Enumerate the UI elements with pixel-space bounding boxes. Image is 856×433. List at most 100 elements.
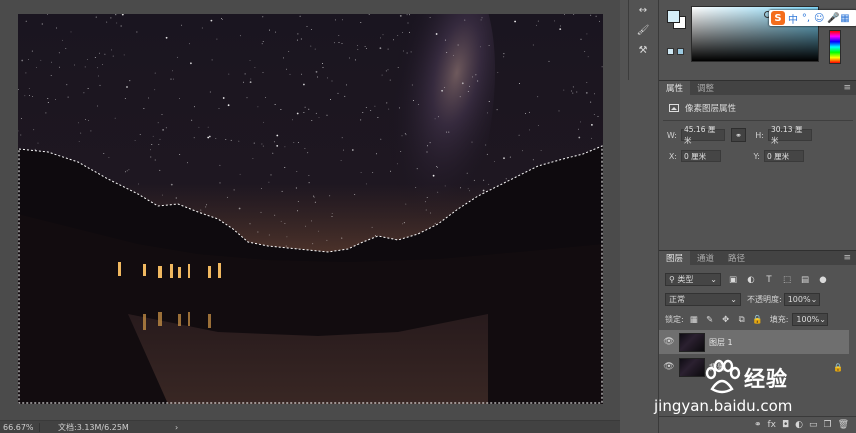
link-dimensions-icon[interactable]: ⚭ <box>731 128 746 142</box>
filter-pixel-icon[interactable]: ▣ <box>727 274 739 286</box>
star <box>238 207 241 210</box>
star <box>239 35 241 37</box>
filter-toggle-icon[interactable]: ● <box>817 274 829 286</box>
star <box>296 171 298 172</box>
layer-mask-icon[interactable]: ◘ <box>782 420 789 430</box>
status-expand-icon[interactable]: › <box>175 423 185 432</box>
star <box>430 212 432 214</box>
zoom-level[interactable]: 66.67% <box>0 422 40 432</box>
star <box>299 15 301 17</box>
star <box>260 211 262 213</box>
tab-properties[interactable]: 属性 <box>659 81 691 95</box>
star <box>139 133 141 135</box>
color-panel: S 中 °, ☺ 🎤 ▦ <box>659 0 856 72</box>
document-size[interactable]: 文档:3.13M/6.25M <box>40 422 175 433</box>
lock-all-icon[interactable]: 🔒 <box>752 314 764 326</box>
delete-layer-icon[interactable]: 🗑 <box>838 420 849 430</box>
star <box>297 200 299 202</box>
filter-shape-icon[interactable]: ⬚ <box>781 274 793 286</box>
star <box>409 31 411 33</box>
swatch-small-b[interactable] <box>677 48 684 55</box>
filter-adjustment-icon[interactable]: ◐ <box>745 274 757 286</box>
layer-row-background[interactable]: 👁 背景 🔒 <box>659 355 849 379</box>
ime-voice-icon[interactable]: 🎤 <box>827 13 839 24</box>
filter-type-icon[interactable]: T <box>763 274 775 286</box>
star <box>56 27 58 29</box>
star <box>404 133 406 135</box>
star <box>188 43 190 45</box>
tool-presets-icon[interactable]: ⚒ <box>629 40 657 60</box>
star <box>464 19 466 21</box>
filter-smart-icon[interactable]: ▤ <box>799 274 811 286</box>
star <box>488 45 490 47</box>
layer-style-icon[interactable]: fx <box>767 420 776 430</box>
history-icon[interactable]: ↔ <box>629 0 657 20</box>
star <box>225 138 227 140</box>
fill-value: 100% <box>796 315 820 324</box>
star <box>365 47 367 49</box>
x-field[interactable]: 0 厘米 <box>681 150 721 162</box>
lock-artboard-icon[interactable]: ⧉ <box>736 314 748 326</box>
layer-row-1[interactable]: 👁 图层 1 <box>659 330 849 354</box>
ime-emoji-icon[interactable]: ☺ <box>814 13 824 24</box>
y-label: Y: <box>753 151 760 161</box>
ime-chinese-mode[interactable]: 中 <box>788 11 798 26</box>
star <box>444 185 446 187</box>
star <box>337 92 339 94</box>
star <box>148 97 150 99</box>
star <box>74 64 75 66</box>
visibility-eye-icon[interactable]: 👁 <box>659 362 679 372</box>
star <box>409 14 410 16</box>
mini-toolstrip: ↔ 🖌 ⚒ <box>628 0 658 80</box>
opacity-field[interactable]: 100% ⌄ <box>783 293 820 306</box>
star <box>103 153 105 154</box>
star <box>65 48 67 49</box>
star <box>434 222 436 224</box>
lock-pixels-icon[interactable]: ✎ <box>704 314 716 326</box>
star <box>537 20 539 22</box>
star <box>351 149 354 151</box>
ime-keyboard-icon[interactable]: ▦ <box>840 13 850 24</box>
brush-icon[interactable]: 🖌 <box>629 20 657 40</box>
filter-kind-select[interactable]: ⚲ 类型 ⌄ <box>665 273 721 286</box>
ime-punctuation-icon[interactable]: °, <box>801 13 811 24</box>
night-sky-photo[interactable] <box>18 14 603 404</box>
layer-name[interactable]: 背景 <box>709 362 725 373</box>
star <box>327 77 329 79</box>
layer-name[interactable]: 图层 1 <box>709 337 733 348</box>
star <box>276 134 279 137</box>
star <box>410 51 412 53</box>
star <box>593 114 595 115</box>
swatch-small-a[interactable] <box>667 48 674 55</box>
star <box>80 132 82 134</box>
width-field[interactable]: 45.16 厘米 <box>681 125 725 145</box>
star <box>268 181 270 183</box>
lock-position-icon[interactable]: ✥ <box>720 314 732 326</box>
sogou-logo-icon[interactable]: S <box>771 11 785 25</box>
star <box>280 220 282 222</box>
adjustment-layer-icon[interactable]: ◐ <box>795 420 803 430</box>
link-layers-icon[interactable]: ⚭ <box>754 420 762 430</box>
ime-toolbar[interactable]: S 中 °, ☺ 🎤 ▦ <box>769 10 856 26</box>
hue-slider[interactable] <box>829 30 841 64</box>
visibility-eye-icon[interactable]: 👁 <box>659 337 679 347</box>
star <box>47 97 49 99</box>
chevron-down-icon: ⌄ <box>710 275 717 284</box>
star <box>315 112 317 114</box>
height-field[interactable]: 30.13 厘米 <box>768 125 812 145</box>
tab-adjustments[interactable]: 调整 <box>690 81 721 95</box>
star <box>322 67 324 69</box>
y-field[interactable]: 0 厘米 <box>764 150 804 162</box>
star <box>362 112 364 114</box>
new-layer-icon[interactable]: ❐ <box>823 420 831 430</box>
star <box>522 150 523 152</box>
star <box>459 96 461 98</box>
blend-mode-select[interactable]: 正常 ⌄ <box>665 293 741 306</box>
lock-transparent-icon[interactable]: ▦ <box>688 314 700 326</box>
foreground-color-swatch[interactable] <box>667 10 680 23</box>
properties-menu-icon[interactable]: ≡ <box>843 81 856 95</box>
new-group-icon[interactable]: ▭ <box>809 420 818 430</box>
star <box>28 58 29 60</box>
canvas-area[interactable] <box>0 0 620 420</box>
fill-field[interactable]: 100% ⌄ <box>792 313 829 326</box>
